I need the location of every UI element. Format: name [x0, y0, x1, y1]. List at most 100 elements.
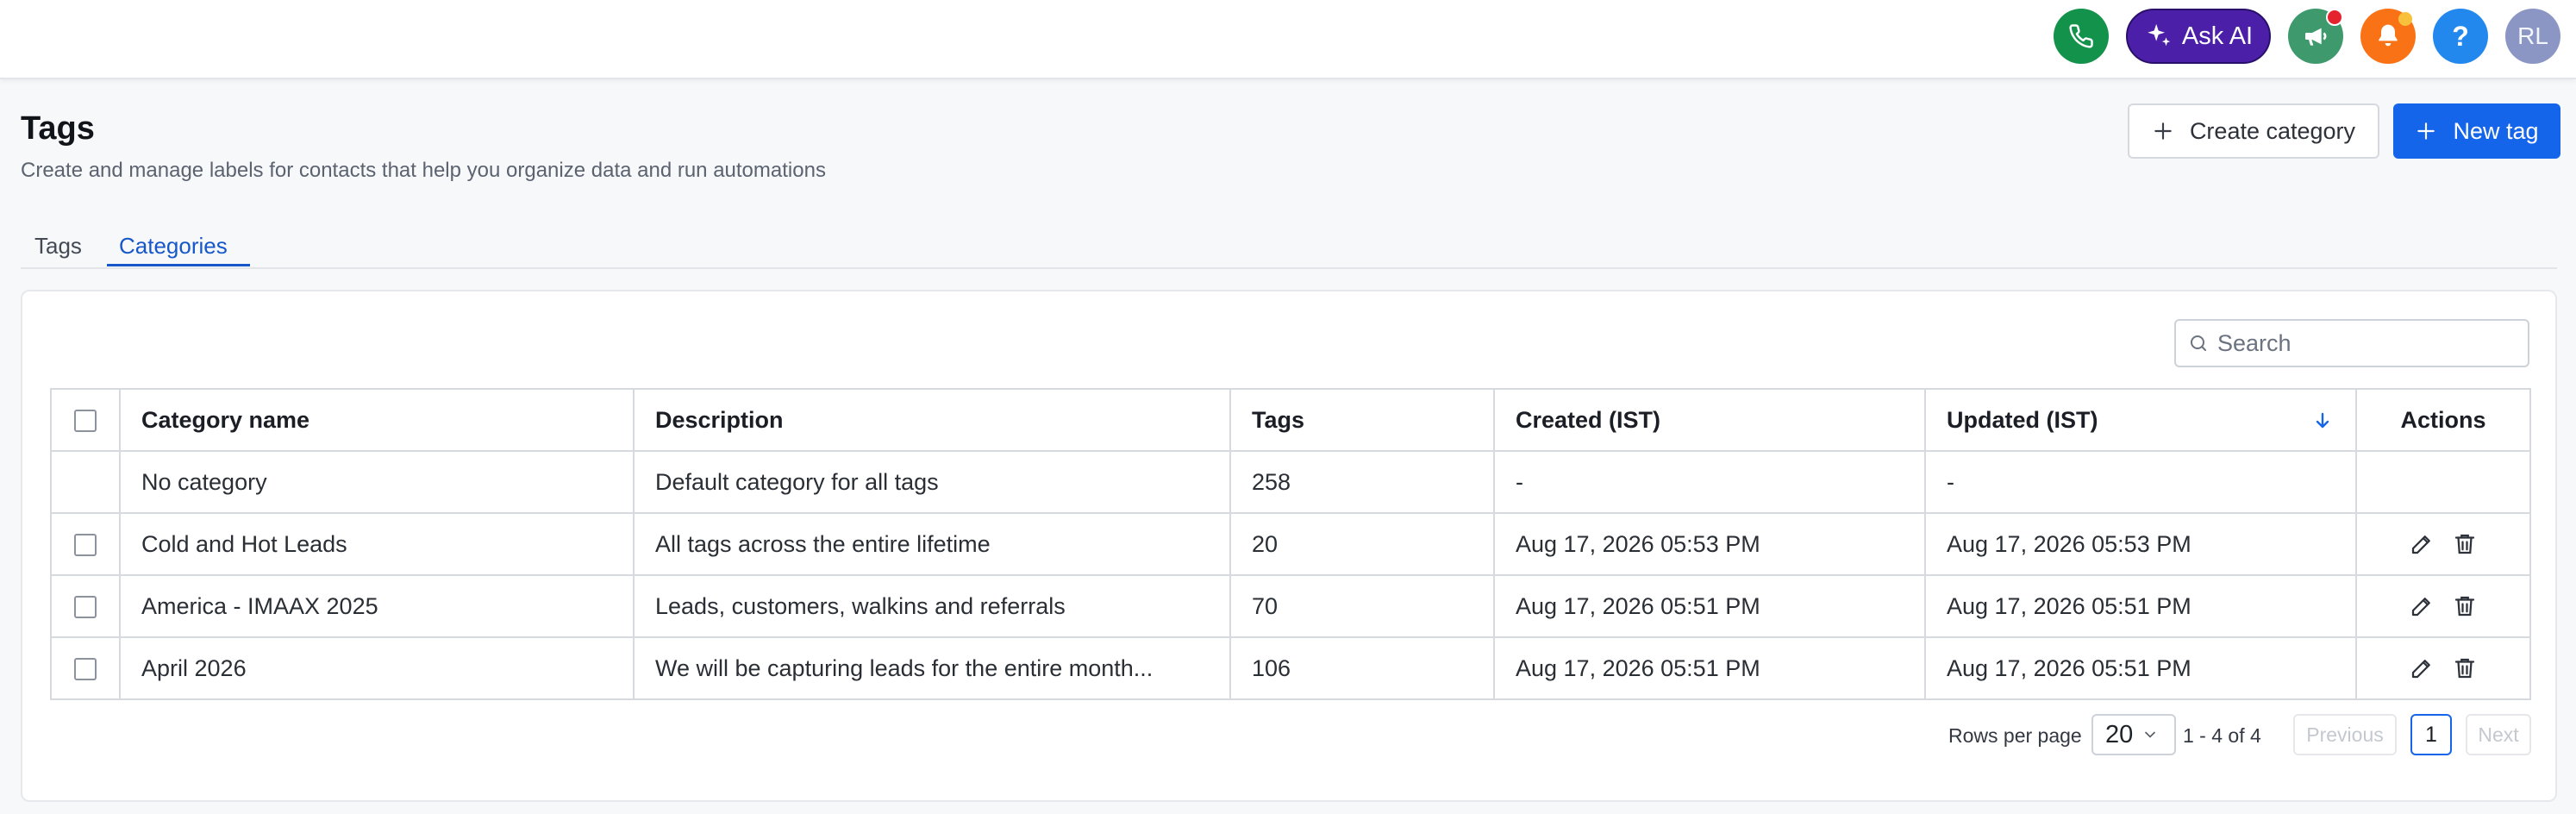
new-tag-button[interactable]: New tag: [2393, 103, 2560, 159]
plus-icon: [2154, 122, 2172, 140]
rows-per-page-select[interactable]: 20: [2091, 714, 2176, 755]
column-header-actions: Actions: [2355, 388, 2531, 452]
page-1-button[interactable]: 1: [2410, 714, 2452, 755]
avatar-initials: RL: [2517, 22, 2548, 49]
created-cell: Aug 17, 2026 05:51 PM: [1493, 574, 1926, 638]
categories-table: Category name Description Tags Created (…: [50, 388, 2531, 700]
trash-icon: [2454, 534, 2475, 554]
row-select-cell: [50, 636, 121, 700]
tags-count-cell: 20: [1229, 512, 1495, 576]
actions-cell: [2355, 512, 2531, 576]
sparkle-icon: [2148, 23, 2171, 47]
column-header-tags[interactable]: Tags: [1229, 388, 1495, 452]
delete-button[interactable]: [2452, 531, 2478, 557]
actions-cell: [2355, 450, 2531, 514]
table-row: America - IMAAX 2025 Leads, customers, w…: [50, 574, 2531, 638]
active-tab-indicator: [107, 264, 250, 266]
phone-icon: [2069, 24, 2093, 48]
rows-per-page-value: 20: [2105, 720, 2134, 748]
top-bar: Ask AI ? RL: [0, 0, 2576, 79]
table-row: April 2026 We will be capturing leads fo…: [50, 636, 2531, 700]
category-name-cell: April 2026: [119, 636, 635, 700]
edit-button[interactable]: [2409, 531, 2435, 557]
description-cell: We will be capturing leads for the entir…: [633, 636, 1231, 700]
tab-categories[interactable]: Categories: [119, 233, 228, 260]
help-icon: ?: [2452, 20, 2469, 52]
created-cell: Aug 17, 2026 05:51 PM: [1493, 636, 1926, 700]
trash-icon: [2454, 596, 2475, 617]
updated-cell: Aug 17, 2026 05:51 PM: [1924, 574, 2357, 638]
next-page-button[interactable]: Next: [2466, 714, 2531, 755]
megaphone-icon: [2305, 28, 2327, 46]
tab-tags[interactable]: Tags: [34, 233, 82, 260]
chevron-down-icon: [2145, 731, 2156, 738]
created-cell: -: [1493, 450, 1926, 514]
description-cell: Default category for all tags: [633, 450, 1231, 514]
select-all-checkbox[interactable]: [74, 410, 97, 433]
created-cell: Aug 17, 2026 05:53 PM: [1493, 512, 1926, 576]
table-row: No category Default category for all tag…: [50, 450, 2531, 514]
table-row: Cold and Hot Leads All tags across the e…: [50, 512, 2531, 576]
avatar[interactable]: RL: [2505, 9, 2560, 64]
delete-button[interactable]: [2452, 655, 2478, 681]
delete-button[interactable]: [2452, 593, 2478, 619]
tags-count-cell: 258: [1229, 450, 1495, 514]
ask-ai-label: Ask AI: [2181, 22, 2254, 50]
row-select-cell: [50, 574, 121, 638]
help-button[interactable]: ?: [2433, 9, 2488, 64]
create-category-label: Create category: [2189, 117, 2356, 144]
pencil-icon: [2411, 660, 2430, 679]
row-select-cell: [50, 450, 121, 514]
description-cell: All tags across the entire lifetime: [633, 512, 1231, 576]
ask-ai-button[interactable]: Ask AI: [2126, 9, 2271, 64]
create-category-button[interactable]: Create category: [2128, 103, 2379, 159]
description-cell: Leads, customers, walkins and referrals: [633, 574, 1231, 638]
row-checkbox[interactable]: [74, 534, 97, 557]
announcements-button[interactable]: [2288, 9, 2343, 64]
previous-page-button[interactable]: Previous: [2293, 714, 2397, 755]
pagination-range: 1 - 4 of 4: [2183, 724, 2261, 747]
trash-icon: [2454, 658, 2475, 679]
rows-per-page-label: Rows per page: [1948, 724, 2082, 747]
plus-icon: [2417, 122, 2435, 140]
category-name-cell: Cold and Hot Leads: [119, 512, 635, 576]
tags-count-cell: 106: [1229, 636, 1495, 700]
page-title: Tags: [21, 110, 95, 147]
column-header-description[interactable]: Description: [633, 388, 1231, 452]
updated-cell: Aug 17, 2026 05:51 PM: [1924, 636, 2357, 700]
search-icon: [2191, 335, 2206, 351]
search-field[interactable]: [2174, 319, 2529, 367]
new-tag-label: New tag: [2453, 117, 2539, 144]
tab-bar: Tags Categories: [21, 226, 2557, 269]
pencil-icon: [2411, 598, 2430, 617]
bell-icon: [2379, 24, 2398, 47]
actions-cell: [2355, 636, 2531, 700]
row-select-cell: [50, 512, 121, 576]
edit-button[interactable]: [2409, 655, 2435, 681]
page-subtitle: Create and manage labels for contacts th…: [21, 159, 826, 182]
row-actions: [2378, 639, 2509, 698]
category-name-cell: No category: [119, 450, 635, 514]
tags-count-cell: 70: [1229, 574, 1495, 638]
arrow-down-icon[interactable]: [2312, 410, 2333, 431]
column-header-created[interactable]: Created (IST): [1493, 388, 1926, 452]
actions-cell: [2355, 574, 2531, 638]
row-actions: [2378, 577, 2509, 636]
topbar-actions: Ask AI ? RL: [2054, 8, 2560, 65]
column-header-updated-label: Updated (IST): [1947, 406, 2098, 433]
row-checkbox[interactable]: [74, 596, 97, 619]
updated-cell: -: [1924, 450, 2357, 514]
search-input[interactable]: [2217, 329, 2510, 357]
notification-dot: [2326, 9, 2343, 26]
row-actions: [2378, 515, 2509, 573]
column-header-category-name[interactable]: Category name: [119, 388, 635, 452]
column-header-updated[interactable]: Updated (IST): [1924, 388, 2357, 452]
table-header-row: Category name Description Tags Created (…: [50, 388, 2531, 452]
pencil-icon: [2411, 535, 2430, 554]
select-all-cell: [50, 388, 121, 452]
row-checkbox[interactable]: [74, 658, 97, 681]
alert-dot: [2398, 12, 2412, 26]
edit-button[interactable]: [2409, 593, 2435, 619]
phone-button[interactable]: [2054, 9, 2109, 64]
notifications-button[interactable]: [2360, 9, 2416, 64]
